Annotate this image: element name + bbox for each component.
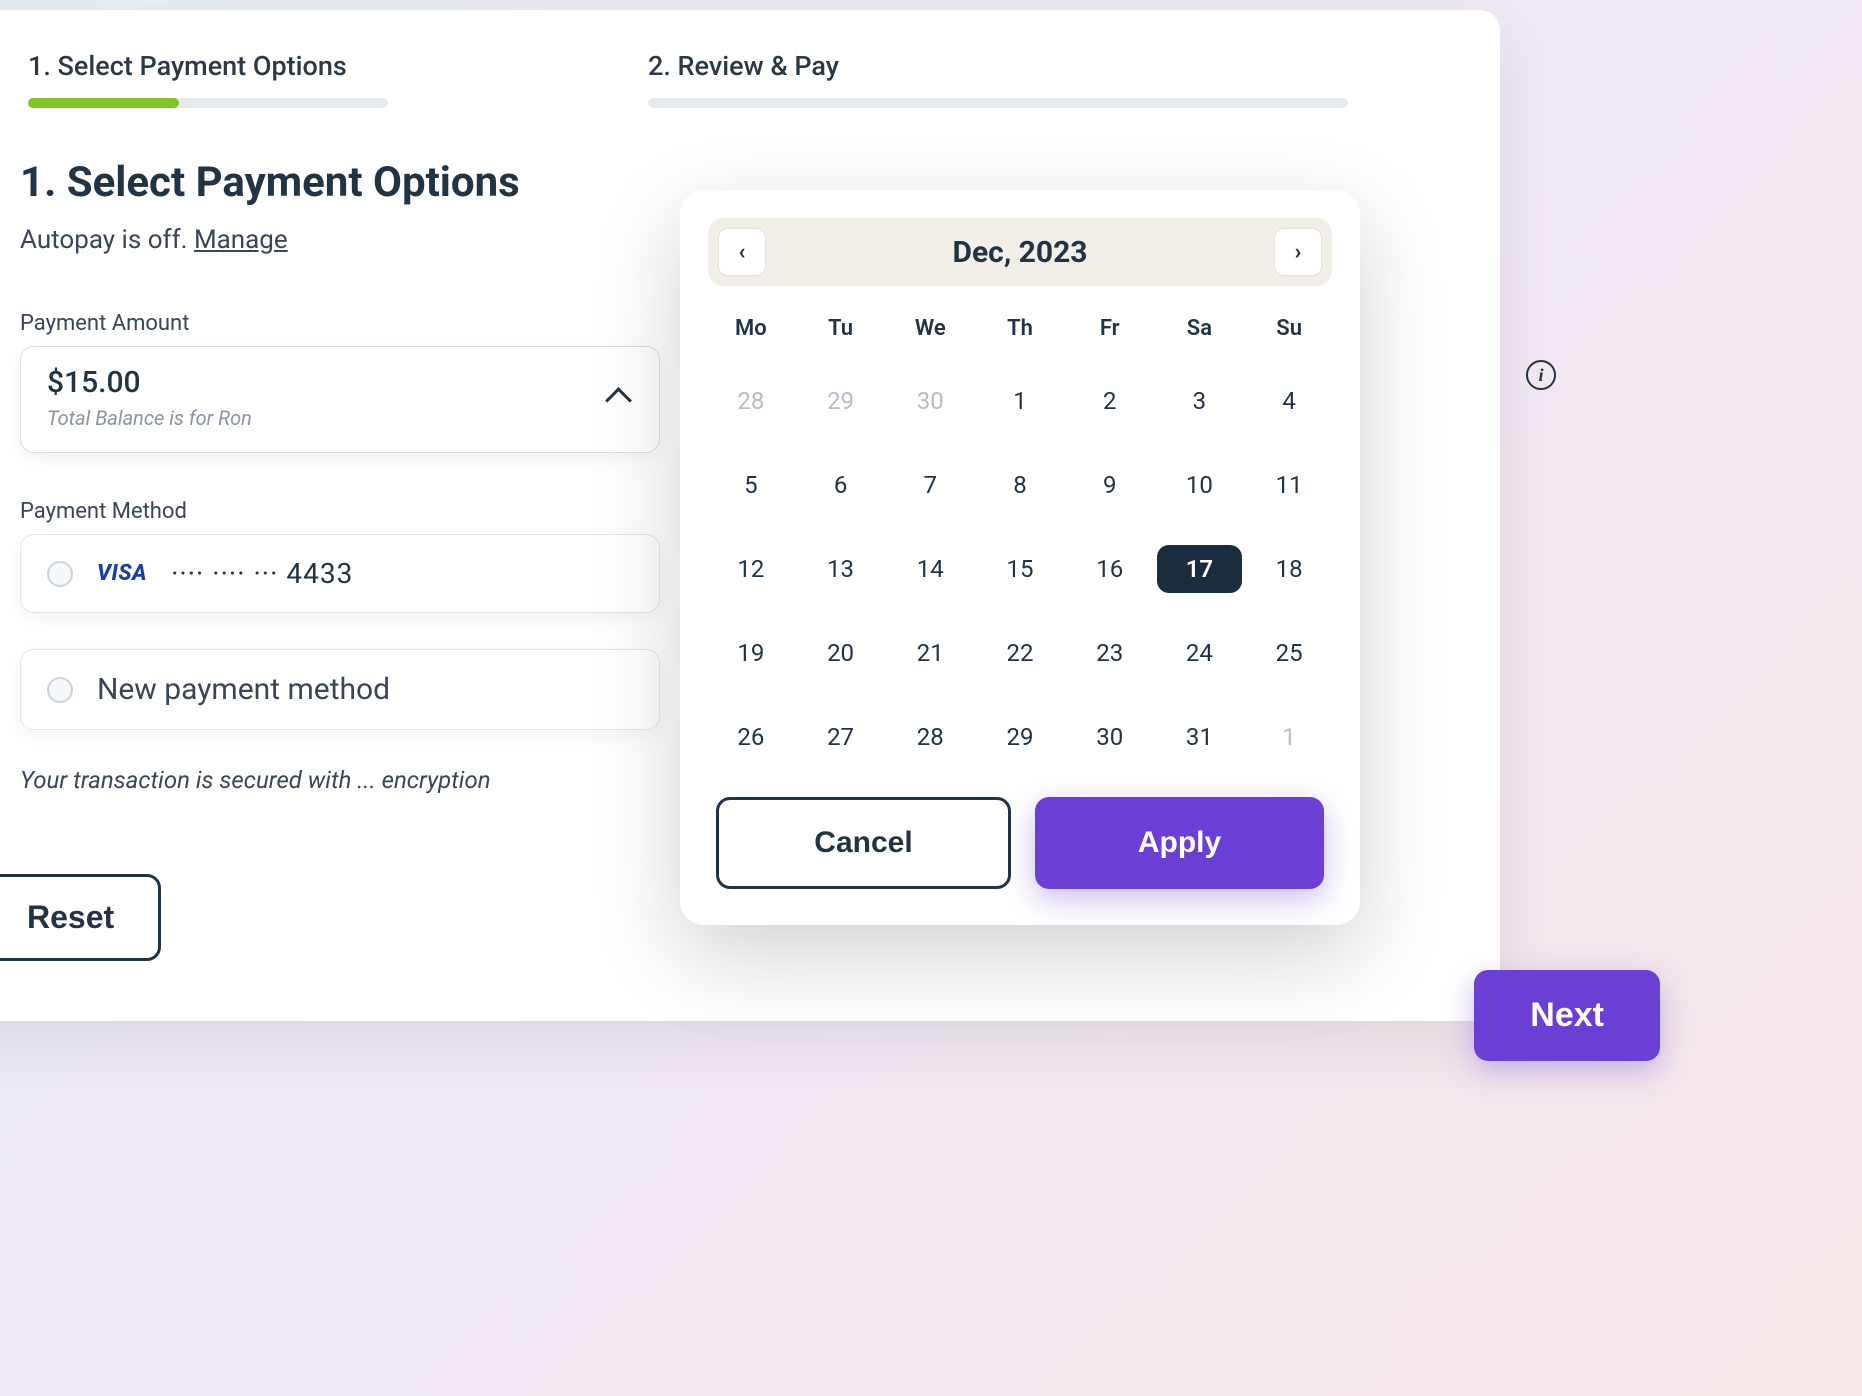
reset-button[interactable]: Reset xyxy=(0,874,161,961)
date-dow: Th xyxy=(977,316,1063,341)
date-dow: We xyxy=(887,316,973,341)
step-2-label: 2. Review & Pay xyxy=(648,50,1348,82)
date-day[interactable]: 7 xyxy=(887,461,973,509)
date-day[interactable]: 23 xyxy=(1067,629,1153,677)
autopay-prefix: Autopay is off. xyxy=(20,225,194,255)
date-day[interactable]: 30 xyxy=(1067,713,1153,761)
date-day[interactable]: 3 xyxy=(1157,377,1243,425)
stepper: 1. Select Payment Options 2. Review & Pa… xyxy=(20,50,1440,108)
date-grid: MoTuWeThFrSaSu28293012345678910111213141… xyxy=(708,316,1332,761)
step-1-label: 1. Select Payment Options xyxy=(28,50,388,82)
date-day[interactable]: 22 xyxy=(977,629,1063,677)
info-icon[interactable]: i xyxy=(1526,360,1558,392)
date-dow: Tu xyxy=(798,316,884,341)
date-picker: ‹ Dec, 2023 › MoTuWeThFrSaSu282930123456… xyxy=(680,190,1360,925)
date-day[interactable]: 16 xyxy=(1067,545,1153,593)
date-day[interactable]: 26 xyxy=(708,713,794,761)
date-day[interactable]: 18 xyxy=(1246,545,1332,593)
date-cancel-button[interactable]: Cancel xyxy=(716,797,1011,889)
date-day[interactable]: 11 xyxy=(1246,461,1332,509)
date-day[interactable]: 17 xyxy=(1157,545,1243,593)
payment-amount-dropdown[interactable]: $15.00 Total Balance is for Ron xyxy=(20,346,660,453)
autopay-manage-link[interactable]: Manage xyxy=(194,225,288,255)
date-day[interactable]: 29 xyxy=(798,377,884,425)
date-day[interactable]: 1 xyxy=(977,377,1063,425)
date-day[interactable]: 5 xyxy=(708,461,794,509)
new-payment-method-label: New payment method xyxy=(97,672,390,707)
date-dow: Mo xyxy=(708,316,794,341)
date-day[interactable]: 29 xyxy=(977,713,1063,761)
radio-icon xyxy=(47,677,73,703)
date-prev-button[interactable]: ‹ xyxy=(718,228,766,276)
date-picker-actions: Cancel Apply xyxy=(708,797,1332,889)
step-2: 2. Review & Pay xyxy=(648,50,1348,108)
visa-logo: VISA xyxy=(97,561,147,586)
payment-amount-subtext: Total Balance is for Ron xyxy=(47,406,633,430)
chevron-up-icon xyxy=(605,383,633,411)
date-day[interactable]: 28 xyxy=(887,713,973,761)
date-dow: Sa xyxy=(1157,316,1243,341)
date-day[interactable]: 30 xyxy=(887,377,973,425)
date-day[interactable]: 8 xyxy=(977,461,1063,509)
date-day[interactable]: 12 xyxy=(708,545,794,593)
date-day[interactable]: 4 xyxy=(1246,377,1332,425)
payment-method-new-option[interactable]: New payment method xyxy=(20,649,660,730)
radio-icon xyxy=(47,561,73,587)
date-day[interactable]: 6 xyxy=(798,461,884,509)
date-day[interactable]: 28 xyxy=(708,377,794,425)
payment-method-visa-option[interactable]: VISA ···· ···· ··· 4433 xyxy=(20,534,660,613)
date-apply-button[interactable]: Apply xyxy=(1035,797,1324,889)
payment-amount-value: $15.00 xyxy=(47,365,633,400)
date-day[interactable]: 31 xyxy=(1157,713,1243,761)
date-day[interactable]: 21 xyxy=(887,629,973,677)
step-1: 1. Select Payment Options xyxy=(28,50,388,108)
date-day[interactable]: 27 xyxy=(798,713,884,761)
date-picker-title: Dec, 2023 xyxy=(952,235,1087,270)
date-day[interactable]: 20 xyxy=(798,629,884,677)
step-1-progress-bar xyxy=(28,98,388,108)
date-dow: Fr xyxy=(1067,316,1153,341)
date-day[interactable]: 15 xyxy=(977,545,1063,593)
date-next-button[interactable]: › xyxy=(1274,228,1322,276)
date-day[interactable]: 10 xyxy=(1157,461,1243,509)
date-day[interactable]: 24 xyxy=(1157,629,1243,677)
date-day[interactable]: 2 xyxy=(1067,377,1153,425)
date-day[interactable]: 9 xyxy=(1067,461,1153,509)
date-day[interactable]: 13 xyxy=(798,545,884,593)
date-day[interactable]: 19 xyxy=(708,629,794,677)
next-button[interactable]: Next xyxy=(1474,970,1660,1061)
date-day[interactable]: 14 xyxy=(887,545,973,593)
date-dow: Su xyxy=(1246,316,1332,341)
step-2-progress-bar xyxy=(648,98,1348,108)
date-picker-header: ‹ Dec, 2023 › xyxy=(708,218,1332,286)
date-day[interactable]: 1 xyxy=(1246,713,1332,761)
date-day[interactable]: 25 xyxy=(1246,629,1332,677)
card-number-masked: ···· ···· ··· 4433 xyxy=(171,557,353,590)
